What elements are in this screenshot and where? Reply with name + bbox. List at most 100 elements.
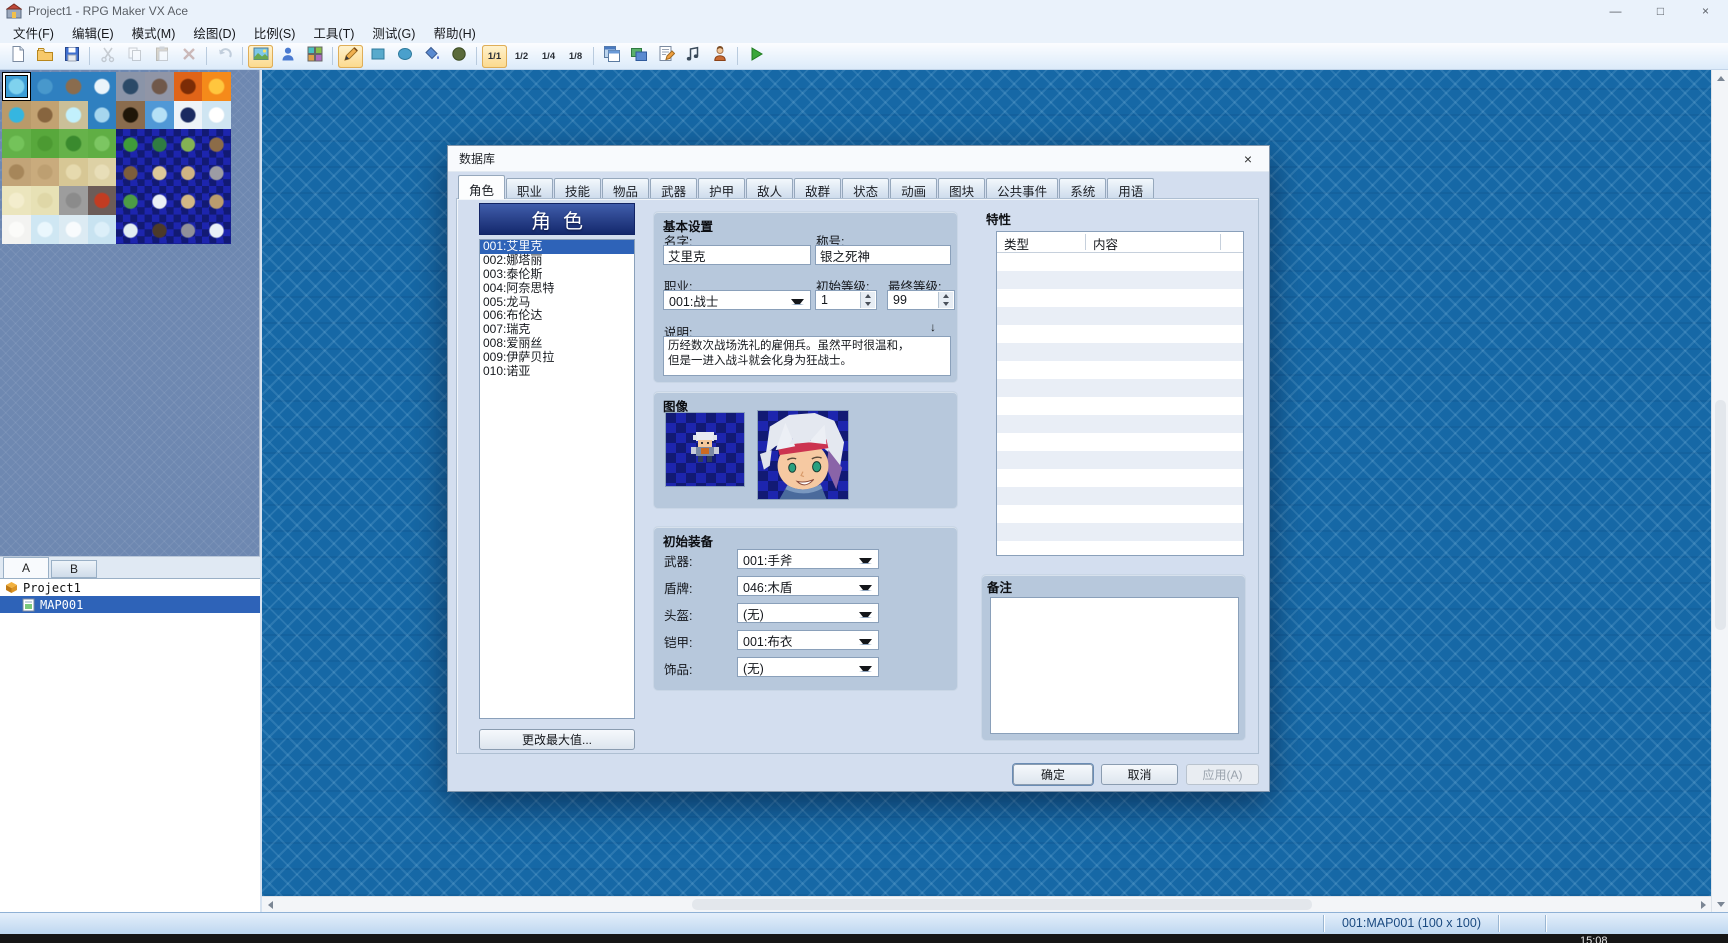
tile-cloud[interactable]: [202, 100, 231, 130]
character-generator-button[interactable]: [707, 45, 732, 68]
nickname-input[interactable]: [815, 245, 951, 265]
tile-gray-mountain[interactable]: [202, 157, 231, 187]
tile-pale-field[interactable]: [2, 186, 31, 215]
class-combo[interactable]: 001:战士: [663, 290, 811, 310]
tile-cracked-dirt[interactable]: [2, 157, 31, 187]
tab-classes[interactable]: 职业: [506, 178, 554, 199]
menu-mode[interactable]: 模式(M): [123, 21, 185, 44]
tile-tan-rocks[interactable]: [202, 186, 231, 215]
tile-ice[interactable]: [30, 214, 60, 244]
traits-table-rows[interactable]: [997, 253, 1243, 555]
tab-skills[interactable]: 技能: [554, 178, 602, 199]
sound-test-button[interactable]: [680, 45, 705, 68]
tile-pine-tree[interactable]: [144, 129, 174, 158]
vscroll-thumb[interactable]: [1715, 400, 1726, 630]
helmet-combo[interactable]: (无): [737, 603, 879, 623]
tile-mountain[interactable]: [202, 129, 231, 158]
zoom-1-1-button[interactable]: 1/1: [482, 44, 507, 68]
tab-enemies[interactable]: 敌人: [746, 178, 794, 199]
flood-fill-tool-button[interactable]: [419, 45, 444, 68]
tile-gravel[interactable]: [59, 186, 88, 215]
scroll-up-icon[interactable]: [1712, 70, 1728, 86]
tile-snow-pine[interactable]: [116, 214, 145, 244]
zoom-1-4-button[interactable]: 1/4: [536, 45, 561, 68]
zoom-1-2-button[interactable]: 1/2: [509, 45, 534, 68]
tab-states[interactable]: 状态: [842, 178, 890, 199]
description-input[interactable]: 历经数次战场洗礼的雇佣兵。虽然平时很温和， 但是一进入战斗就会化身为狂战士。: [663, 336, 951, 376]
tile-sand-spot[interactable]: [144, 157, 174, 187]
save-project-button[interactable]: [59, 45, 84, 68]
hscroll-thumb[interactable]: [692, 899, 1312, 910]
max-level-stepper[interactable]: 99: [887, 290, 955, 310]
actor-item[interactable]: 006:布伦达: [480, 309, 634, 323]
tile-green-hill[interactable]: [173, 129, 203, 158]
tile-deep-pool[interactable]: [116, 72, 145, 101]
note-input[interactable]: [990, 597, 1239, 734]
tile-spring[interactable]: [59, 100, 88, 130]
tile-palm-tree[interactable]: [116, 186, 145, 215]
tab-terms[interactable]: 用语: [1107, 178, 1155, 199]
resource-manager-button[interactable]: [626, 45, 651, 68]
event-mode-button[interactable]: [275, 45, 300, 68]
menu-tools[interactable]: 工具(T): [304, 21, 363, 44]
cancel-button[interactable]: 取消: [1101, 764, 1178, 785]
scroll-left-icon[interactable]: [262, 897, 278, 912]
tab-actors[interactable]: 角色: [458, 175, 506, 199]
weapon-combo[interactable]: 001:手斧: [737, 549, 879, 569]
tile-dirt[interactable]: [30, 157, 60, 187]
accessory-combo[interactable]: (无): [737, 657, 879, 677]
tab-weapons[interactable]: 武器: [650, 178, 698, 199]
menu-draw[interactable]: 绘图(D): [184, 21, 244, 44]
tile-dark-mound[interactable]: [144, 214, 174, 244]
tile-snow[interactable]: [2, 214, 31, 244]
tab-common-events[interactable]: 公共事件: [986, 178, 1059, 199]
tab-armors[interactable]: 护甲: [698, 178, 746, 199]
actor-item[interactable]: 010:诺亚: [480, 364, 634, 379]
rectangle-tool-button[interactable]: [365, 45, 390, 68]
tile-waterfall[interactable]: [144, 100, 174, 130]
tile-pond[interactable]: [2, 100, 31, 130]
name-input[interactable]: [663, 245, 811, 265]
menu-scale[interactable]: 比例(S): [245, 21, 305, 44]
actor-item[interactable]: 007:瑞克: [480, 322, 634, 337]
tile-cave-hole[interactable]: [116, 100, 145, 130]
tile-sand-mound[interactable]: [173, 186, 203, 215]
shield-combo[interactable]: 046:木盾: [737, 576, 879, 596]
menu-file[interactable]: 文件(F): [4, 21, 63, 44]
palette-tab-b[interactable]: B: [51, 560, 97, 578]
stepper-buttons[interactable]: [860, 292, 875, 308]
tile-grass-dark[interactable]: [30, 129, 60, 158]
armor-combo[interactable]: 001:布衣: [737, 630, 879, 650]
tile-snow-patch[interactable]: [59, 214, 88, 244]
actor-item[interactable]: 004:阿奈思特: [480, 281, 634, 296]
tile-rocky-mountain[interactable]: [173, 214, 203, 244]
tile-lava[interactable]: [202, 72, 231, 101]
tile-lava-pool[interactable]: [173, 72, 203, 101]
tile-pale-field-2[interactable]: [30, 186, 60, 215]
close-button[interactable]: ×: [1683, 0, 1728, 22]
tile-gray-rocks[interactable]: [144, 72, 174, 101]
tab-items[interactable]: 物品: [602, 178, 650, 199]
character-sprite-box[interactable]: [665, 412, 745, 487]
initial-level-stepper[interactable]: 1: [815, 290, 877, 310]
palette-tab-a[interactable]: A: [3, 557, 49, 578]
region-mode-button[interactable]: [302, 45, 327, 68]
tree-item-map001[interactable]: MAP001: [0, 596, 260, 613]
stepper-buttons[interactable]: [938, 292, 953, 308]
tree-item-project[interactable]: Project1: [0, 579, 260, 596]
ok-button[interactable]: 确定: [1013, 764, 1093, 785]
tile-dunes[interactable]: [173, 157, 203, 187]
dialog-close-icon[interactable]: ×: [1236, 149, 1260, 169]
tile-grass[interactable]: [2, 129, 31, 158]
pencil-tool-button[interactable]: [338, 44, 363, 68]
tile-lava-rock[interactable]: [87, 186, 117, 215]
tile-snowy-mountain[interactable]: [202, 214, 231, 244]
open-project-button[interactable]: [32, 45, 57, 68]
tile-water-autotile[interactable]: [2, 72, 31, 101]
tile-snow-hole[interactable]: [173, 100, 203, 130]
script-editor-button[interactable]: [653, 45, 678, 68]
menu-edit[interactable]: 编辑(E): [63, 21, 123, 44]
actor-item[interactable]: 009:伊萨贝拉: [480, 350, 634, 365]
tile-rock-pile[interactable]: [30, 100, 60, 130]
map-horizontal-scrollbar[interactable]: [262, 896, 1711, 912]
